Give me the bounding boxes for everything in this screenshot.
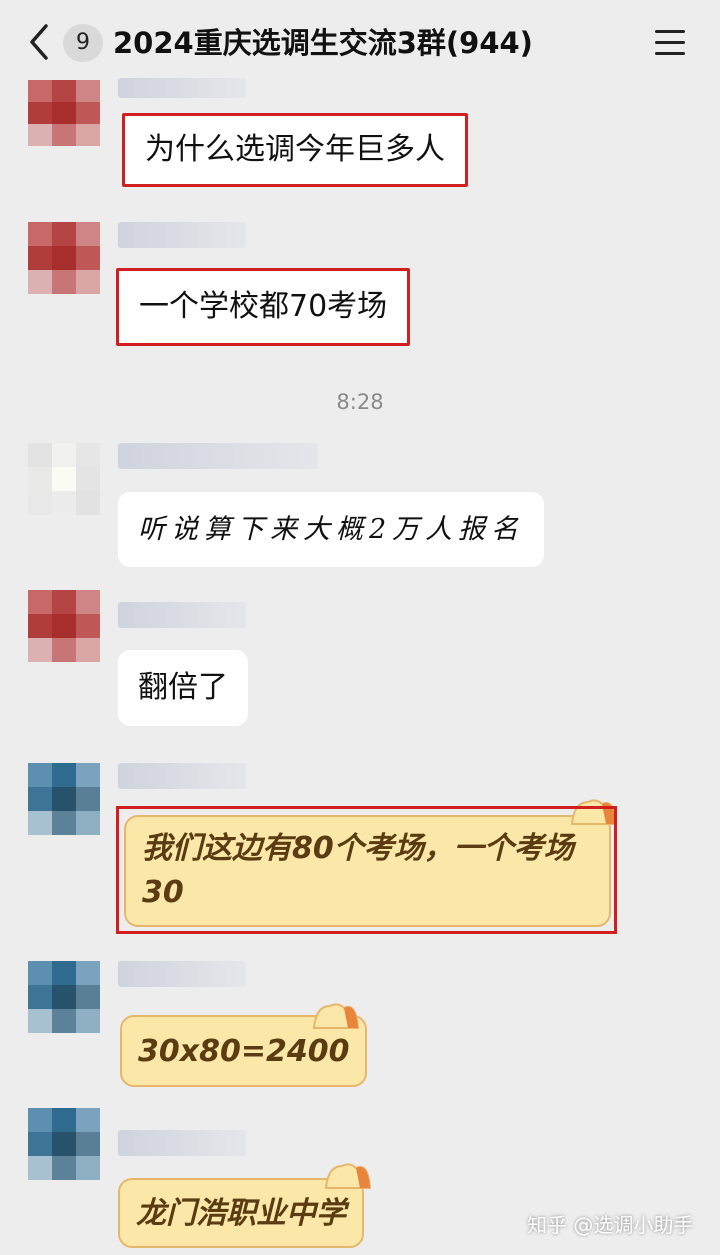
cat-ears-icon [312,1003,360,1029]
avatar[interactable] [28,763,100,835]
sender-name-blurred [118,78,246,98]
sender-name-blurred [118,763,246,789]
message-bubble[interactable]: 听说算下来大概2万人报名 [118,492,545,567]
group-chat-title: 2024重庆选调生交流3群(944) [113,26,533,60]
avatar[interactable] [28,961,100,1033]
message-timestamp: 8:28 [336,390,384,414]
sender-name-blurred [118,443,318,469]
sender-name-blurred [118,1130,246,1156]
back-chevron-icon[interactable] [22,22,56,62]
more-menu-icon[interactable] [652,28,688,58]
avatar[interactable] [28,590,100,662]
avatar[interactable] [28,222,100,294]
sender-name-blurred [118,222,246,248]
unread-count-badge[interactable]: 9 [63,24,103,62]
sender-name-blurred [118,961,246,987]
avatar[interactable] [28,443,100,515]
zhihu-watermark: 知乎 @选调小助手 [527,1213,694,1237]
message-bubble[interactable]: 为什么选调今年巨多人 [122,113,468,187]
avatar[interactable] [28,1108,100,1180]
message-bubble[interactable]: 一个学校都70考场 [116,268,411,346]
message-bubble[interactable]: 翻倍了 [118,650,248,726]
red-highlight-box [116,806,617,934]
avatar[interactable] [28,80,100,146]
chat-header: 9 2024重庆选调生交流3群(944) [0,0,720,84]
cat-ears-icon [324,1163,372,1189]
sender-name-blurred [118,602,246,628]
